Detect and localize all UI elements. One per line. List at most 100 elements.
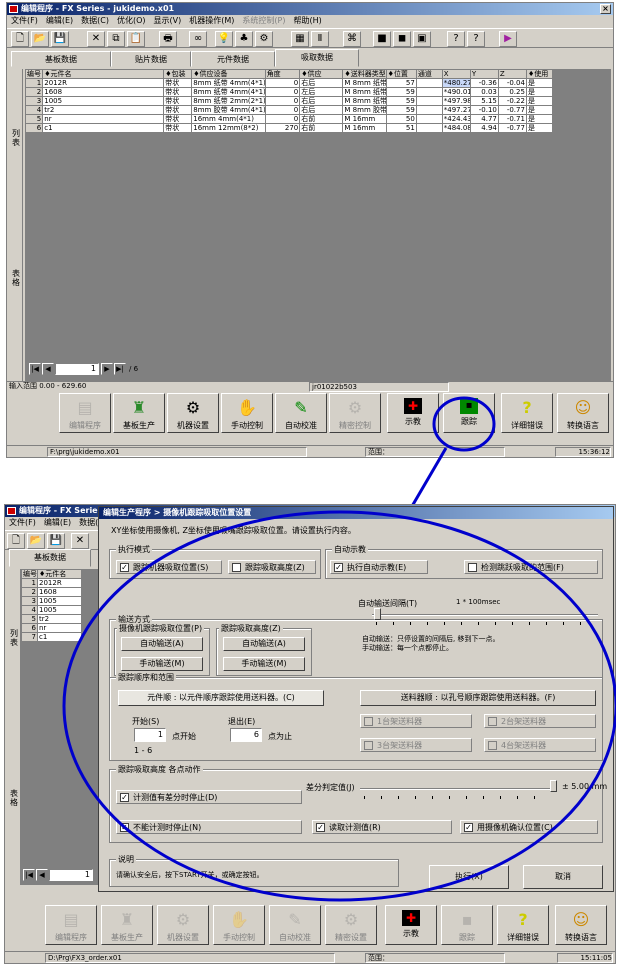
second-edit-program-button[interactable]: ▤ 编辑程序 bbox=[45, 905, 97, 945]
table-cell[interactable]: nr bbox=[42, 114, 165, 124]
second-machine-setup-button[interactable]: ⚙ 机器设置 bbox=[157, 905, 209, 945]
table-cell[interactable]: 59 bbox=[385, 105, 417, 115]
menu-system[interactable]: 系统控制(P) bbox=[238, 15, 289, 27]
table-cell[interactable]: M 8mm 胶带 bbox=[342, 105, 387, 115]
help-icon[interactable]: ? bbox=[467, 31, 485, 47]
table-cell[interactable]: 左后 bbox=[299, 87, 344, 97]
table-cell[interactable]: 3 bbox=[24, 96, 44, 106]
save-icon[interactable]: 💾 bbox=[51, 31, 69, 47]
open-icon[interactable]: 📂 bbox=[31, 31, 49, 47]
table-cell[interactable]: 右前 bbox=[299, 114, 344, 124]
table-cell[interactable]: 8mm 纸带 2mm(2*1) bbox=[191, 96, 266, 106]
second-menu-file[interactable]: 文件(F) bbox=[5, 517, 40, 529]
table-cell[interactable]: 0.03 bbox=[469, 87, 499, 97]
table-cell[interactable]: 是 bbox=[525, 114, 554, 124]
table-row[interactable]: 2 1608 带状 8mm 纸带 4mm(4*1) 0 左后 M 8mm 纸带 59 *490.… bbox=[24, 87, 554, 97]
machine-setup-button[interactable]: ⚙ 机器设置 bbox=[167, 393, 219, 433]
optimize-icon[interactable]: ∞ bbox=[189, 31, 207, 47]
table-cell[interactable]: *484.08 bbox=[441, 123, 471, 133]
close-icon[interactable]: × bbox=[600, 4, 611, 14]
table-cell[interactable]: 59 bbox=[385, 96, 417, 106]
second-board-production-button[interactable]: ♜ 基板生产 bbox=[101, 905, 153, 945]
feeder-icon[interactable]: ▦ bbox=[291, 31, 309, 47]
menu-file[interactable]: 文件(F) bbox=[7, 15, 42, 27]
top-col-header[interactable]: ♦送料器类型 bbox=[342, 69, 387, 79]
table-cell[interactable]: -0.77 bbox=[497, 105, 527, 115]
table-cell[interactable]: 16mm 12mm(8*2) bbox=[191, 123, 266, 133]
edit-program-button[interactable]: ▤ 编辑程序 bbox=[59, 393, 111, 433]
second-side-tab-table[interactable]: 表格 bbox=[9, 789, 19, 807]
table-cell[interactable]: 2 bbox=[21, 587, 38, 597]
table-cell[interactable]: 16mm 4mm(4*1) bbox=[191, 114, 266, 124]
table-cell[interactable]: 0.25 bbox=[497, 87, 527, 97]
table-cell[interactable]: 右后 bbox=[299, 105, 344, 115]
tree-icon[interactable]: ♣ bbox=[235, 31, 253, 47]
next-record-icon[interactable]: ▶ bbox=[101, 363, 113, 375]
table-row[interactable]: 6 c1 带状 16mm 12mm(8*2) 270 右前 M 16mm 51 *484.08 4… bbox=[24, 123, 554, 133]
table-cell[interactable]: 是 bbox=[525, 123, 554, 133]
table-cell[interactable]: 6 bbox=[21, 623, 38, 633]
table-row[interactable]: 5 nr 带状 16mm 4mm(4*1) 0 右前 M 16mm 50 *424.43 4.77… bbox=[24, 114, 554, 124]
bottom-col-header[interactable]: 编号 bbox=[21, 569, 38, 579]
table-cell[interactable]: 51 bbox=[385, 123, 417, 133]
table-cell[interactable]: 0 bbox=[264, 96, 301, 106]
second-side-tab-list[interactable]: 列表 bbox=[9, 629, 19, 647]
table-cell[interactable]: 是 bbox=[525, 78, 554, 88]
table-cell[interactable]: 带状 bbox=[163, 123, 193, 133]
table-cell[interactable]: 右后 bbox=[299, 96, 344, 106]
top-col-header[interactable]: 通道 bbox=[415, 69, 443, 79]
table-cell[interactable]: -0.71 bbox=[497, 114, 527, 124]
board-production-button[interactable]: ♜ 基板生产 bbox=[113, 393, 165, 433]
help-pointer-icon[interactable]: ? bbox=[447, 31, 465, 47]
top-col-header[interactable]: 角度 bbox=[264, 69, 301, 79]
table-cell[interactable] bbox=[415, 87, 443, 97]
table-cell[interactable]: 是 bbox=[525, 87, 554, 97]
table-cell[interactable]: 带状 bbox=[163, 87, 193, 97]
table-cell[interactable]: 4.77 bbox=[469, 114, 499, 124]
second-new-icon[interactable]: 🗋 bbox=[7, 533, 25, 549]
new-icon[interactable]: 🗋 bbox=[11, 31, 29, 47]
tab-board-data[interactable]: 基板数据 bbox=[11, 51, 111, 67]
table-cell[interactable]: 带状 bbox=[163, 105, 193, 115]
print-icon[interactable]: 🖶 bbox=[159, 31, 177, 47]
table-row[interactable]: 1 2012R 带状 8mm 纸带 4mm(4*1) 0 右后 M 8mm 纸带 57 *480… bbox=[24, 78, 554, 88]
board-icon[interactable]: ⌘ bbox=[343, 31, 361, 47]
second-precision-button[interactable]: ⚙ 精密设置 bbox=[325, 905, 377, 945]
table-cell[interactable]: 270 bbox=[264, 123, 301, 133]
table-cell[interactable]: c1 bbox=[42, 123, 165, 133]
top-col-header[interactable]: ♦位置 bbox=[385, 69, 417, 79]
table-cell[interactable]: 带状 bbox=[163, 114, 193, 124]
precision-control-button[interactable]: ⚙ 精密控制 bbox=[329, 393, 381, 433]
table-cell[interactable]: 8mm 纸带 4mm(4*1) bbox=[191, 78, 266, 88]
table-cell[interactable]: 4 bbox=[21, 605, 38, 615]
top-col-header[interactable]: ♦元件名 bbox=[42, 69, 165, 79]
table-cell[interactable]: 右前 bbox=[299, 123, 344, 133]
manual-control-button[interactable]: ✋ 手动控制 bbox=[221, 393, 273, 433]
table-cell[interactable]: 3 bbox=[21, 596, 38, 606]
table-cell[interactable]: 4.94 bbox=[469, 123, 499, 133]
table-cell[interactable]: tr2 bbox=[42, 105, 165, 115]
menu-machine[interactable]: 机器操作(M) bbox=[185, 15, 238, 27]
table-cell[interactable]: 0 bbox=[264, 78, 301, 88]
table-cell[interactable]: M 16mm bbox=[342, 123, 387, 133]
table-cell[interactable]: 1608 bbox=[42, 87, 165, 97]
table-cell[interactable] bbox=[415, 123, 443, 133]
table-cell[interactable]: *424.43 bbox=[441, 114, 471, 124]
table-cell[interactable] bbox=[415, 96, 443, 106]
table-cell[interactable]: -0.04 bbox=[497, 78, 527, 88]
table-cell[interactable] bbox=[415, 78, 443, 88]
table-cell[interactable]: M 8mm 纸带 bbox=[342, 87, 387, 97]
table-cell[interactable]: *490.01 bbox=[441, 87, 471, 97]
table-row[interactable]: 4 tr2 带状 8mm 胶带 4mm(4*1) 0 右后 M 8mm 胶带 59 *497.2… bbox=[24, 105, 554, 115]
table-cell[interactable]: -0.22 bbox=[497, 96, 527, 106]
table-cell[interactable]: *497.98 bbox=[441, 96, 471, 106]
copy-icon[interactable]: ⧉ bbox=[107, 31, 125, 47]
top-col-header[interactable]: ♦供应 bbox=[299, 69, 344, 79]
first-record-icon[interactable]: |◀ bbox=[29, 363, 41, 375]
table-cell[interactable]: 1 bbox=[21, 578, 38, 588]
table-cell[interactable]: 8mm 胶带 4mm(4*1) bbox=[191, 105, 266, 115]
record-input[interactable]: 1 bbox=[55, 363, 99, 375]
side-tab-list[interactable]: 列表 bbox=[11, 129, 21, 147]
top-col-header[interactable]: 编号 bbox=[24, 69, 44, 79]
table-cell[interactable]: 6 bbox=[24, 123, 44, 133]
